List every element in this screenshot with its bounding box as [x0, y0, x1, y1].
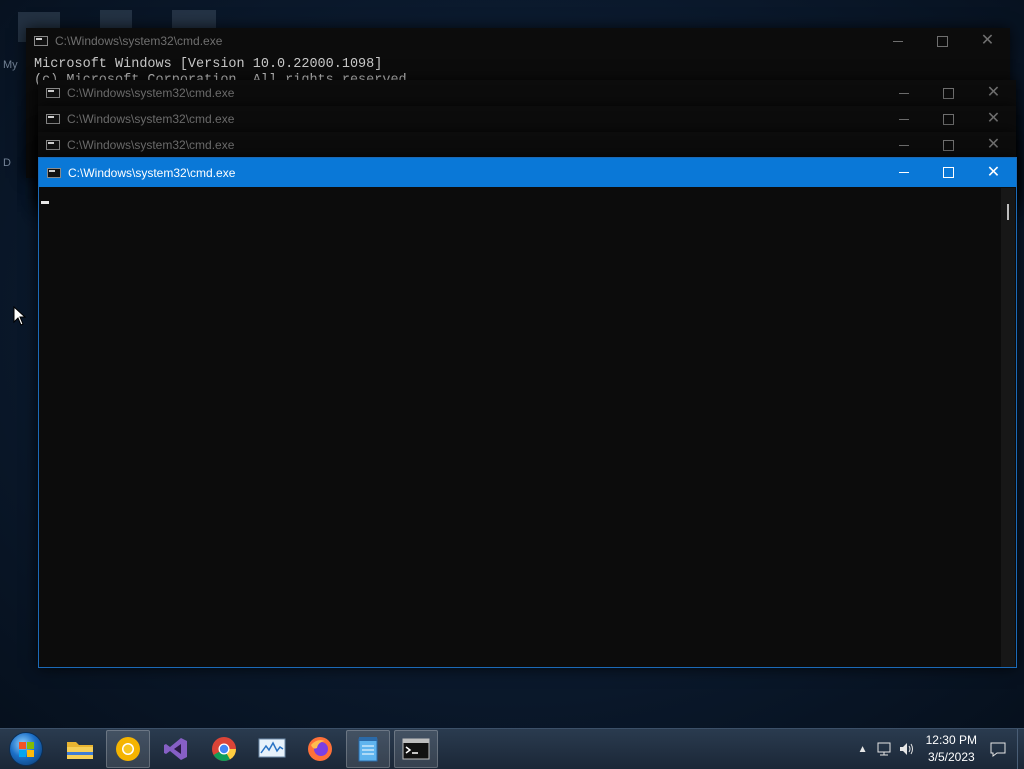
window-title: C:\Windows\system32\cmd.exe — [68, 165, 236, 180]
windows-logo-icon — [9, 732, 43, 766]
cmd-icon — [46, 140, 60, 150]
minimize-button[interactable] — [875, 28, 920, 54]
minimize-button[interactable] — [881, 106, 926, 132]
taskbar: ▲ 12:30 PM 3/5/2023 — [0, 728, 1024, 769]
start-button[interactable] — [6, 729, 46, 769]
window-title: C:\Windows\system32\cmd.exe — [67, 138, 235, 152]
minimize-icon — [898, 172, 909, 173]
cmd-icon — [46, 88, 60, 98]
maximize-button[interactable] — [926, 158, 971, 187]
minimize-button[interactable] — [881, 158, 926, 187]
action-center-icon[interactable] — [987, 741, 1009, 757]
system-tray: ▲ 12:30 PM 3/5/2023 — [852, 729, 1024, 769]
vertical-scrollbar[interactable] — [1001, 188, 1015, 667]
title-bar[interactable]: C:\Windows\system32\cmd.exe ✕ — [26, 28, 1010, 54]
taskbar-visual-studio[interactable] — [154, 730, 198, 768]
taskbar-chrome[interactable] — [202, 730, 246, 768]
minimize-button[interactable] — [881, 132, 926, 158]
maximize-icon — [943, 167, 954, 178]
performance-monitor-icon — [258, 738, 286, 758]
visual-studio-icon — [164, 738, 187, 760]
maximize-icon — [943, 113, 954, 125]
taskbar-chrome-canary[interactable] — [106, 730, 150, 768]
taskbar-performance-monitor[interactable] — [250, 730, 294, 768]
close-button[interactable]: ✕ — [965, 28, 1010, 54]
maximize-button[interactable] — [926, 132, 971, 158]
taskbar-firefox[interactable] — [298, 730, 342, 768]
close-button[interactable]: ✕ — [971, 132, 1016, 158]
cmd-icon — [47, 167, 61, 178]
minimize-button[interactable] — [881, 80, 926, 106]
maximize-icon — [937, 35, 948, 47]
maximize-button[interactable] — [926, 80, 971, 106]
taskbar-file-explorer[interactable] — [58, 730, 102, 768]
show-hidden-icons-chevron-icon[interactable]: ▲ — [852, 744, 874, 755]
taskbar-notepad[interactable] — [346, 730, 390, 768]
minimize-icon — [892, 40, 903, 42]
chrome-canary-icon — [116, 737, 140, 761]
window-title: C:\Windows\system32\cmd.exe — [55, 34, 223, 48]
maximize-icon — [943, 139, 954, 151]
close-icon: ✕ — [986, 163, 1001, 181]
close-icon: ✕ — [986, 84, 1001, 101]
cmd-window-active[interactable]: C:\Windows\system32\cmd.exe ✕ — [38, 157, 1017, 668]
minimize-icon — [898, 92, 909, 94]
folder-icon — [67, 742, 93, 759]
window-title: C:\Windows\system32\cmd.exe — [67, 86, 235, 100]
notepad-icon — [358, 737, 378, 762]
title-bar[interactable]: C:\Windows\system32\cmd.exe ✕ — [38, 106, 1016, 132]
maximize-icon — [943, 87, 954, 99]
cmd-icon — [34, 36, 48, 46]
clock-time: 12:30 PM — [925, 733, 977, 747]
show-desktop-button[interactable] — [1017, 729, 1024, 769]
close-icon: ✕ — [986, 136, 1001, 153]
minimize-icon — [898, 144, 909, 146]
desktop-icon-label: D — [3, 157, 11, 169]
close-icon: ✕ — [986, 110, 1001, 127]
console-line: Microsoft Windows [Version 10.0.22000.10… — [34, 57, 383, 72]
close-button[interactable]: ✕ — [971, 80, 1016, 106]
close-button[interactable]: ✕ — [971, 106, 1016, 132]
clock[interactable]: 12:30 PM 3/5/2023 — [926, 732, 977, 766]
title-bar[interactable]: C:\Windows\system32\cmd.exe ✕ — [39, 158, 1016, 187]
volume-icon[interactable] — [896, 741, 918, 757]
mouse-pointer-icon — [13, 306, 27, 326]
chrome-icon — [212, 737, 236, 762]
minimize-icon — [898, 118, 909, 120]
scrollbar-thumb[interactable] — [1007, 204, 1009, 220]
maximize-button[interactable] — [926, 106, 971, 132]
maximize-button[interactable] — [920, 28, 965, 54]
cmd-icon — [46, 114, 60, 124]
clock-date: 3/5/2023 — [927, 750, 975, 764]
text-cursor — [41, 201, 49, 204]
close-icon: ✕ — [980, 32, 995, 49]
close-button[interactable]: ✕ — [971, 158, 1016, 187]
window-title: C:\Windows\system32\cmd.exe — [67, 112, 235, 126]
network-icon[interactable] — [874, 741, 896, 757]
taskbar-command-prompt[interactable] — [394, 730, 438, 768]
firefox-icon — [308, 737, 332, 761]
command-prompt-icon — [402, 738, 430, 760]
desktop-icon-label: My — [3, 59, 18, 71]
title-bar[interactable]: C:\Windows\system32\cmd.exe ✕ — [38, 80, 1016, 106]
title-bar[interactable]: C:\Windows\system32\cmd.exe ✕ — [38, 132, 1016, 158]
